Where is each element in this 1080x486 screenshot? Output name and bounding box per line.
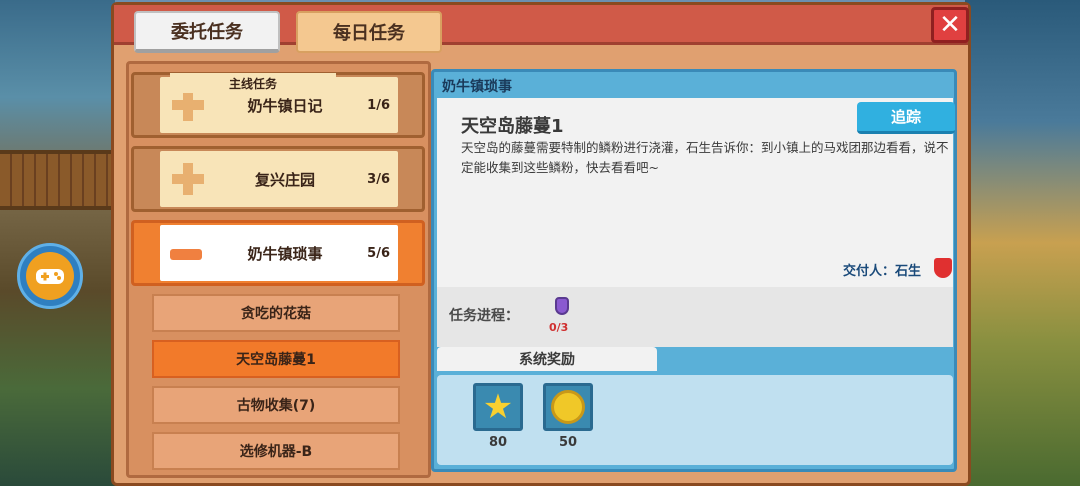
quest-card-inner: 复兴庄园 3/6 (160, 151, 398, 207)
progress-count: 0/3 (549, 321, 569, 334)
coin-icon (551, 390, 585, 424)
expand-plus-icon (172, 89, 204, 121)
sub-quest-item[interactable]: 天空岛藤蔓1 (152, 340, 400, 378)
gamepad-icon (26, 252, 74, 300)
quest-list: 奶牛镇日记 1/6 主线任务 复兴庄园 3/6 奶牛镇琐事 5/6 贪吃的花菇 … (126, 61, 431, 478)
quest-group-progress: 1/6 (367, 97, 390, 113)
detail-body: 天空岛藤蔓1 追踪 天空岛的藤蔓需要特制的鳞粉进行浇灌，石生告诉你：到小镇上的马… (437, 98, 955, 287)
tab-commission[interactable]: 委托任务 (134, 11, 280, 53)
reward-slot-coin[interactable] (543, 383, 593, 431)
tab-system-reward[interactable]: 系统奖励 (437, 347, 657, 371)
quest-group-diary[interactable]: 奶牛镇日记 1/6 主线任务 (131, 72, 425, 138)
quest-description: 天空岛的藤蔓需要特制的鳞粉进行浇灌，石生告诉你：到小镇上的马戏团那边看看，说不定… (461, 140, 949, 175)
main-quest-tag: 主线任务 (170, 73, 336, 93)
gamepad-button[interactable] (17, 243, 83, 309)
quest-group-name: 奶牛镇琐事 (247, 244, 323, 263)
quest-group-progress: 3/6 (367, 171, 390, 187)
quest-group-chores[interactable]: 奶牛镇琐事 5/6 (131, 220, 425, 286)
background-right (965, 0, 1080, 486)
quest-group-name: 复兴庄园 (254, 170, 315, 189)
expand-plus-icon (172, 163, 204, 195)
quest-title: 天空岛藤蔓1 (461, 116, 564, 137)
quest-group-progress: 5/6 (367, 245, 390, 261)
star-icon: ★ (482, 387, 514, 427)
collapse-minus-icon (170, 249, 202, 260)
sub-quest-item[interactable]: 选修机器-B (152, 432, 400, 470)
reward-amount: 50 (558, 435, 578, 450)
track-button[interactable]: 追踪 (857, 102, 955, 134)
detail-header: 奶牛镇琐事 (442, 79, 512, 95)
close-icon: ✕ (939, 10, 961, 40)
reward-area: ★ 80 50 (437, 375, 953, 465)
progress-label: 任务进程： (449, 308, 519, 324)
quest-detail: 奶牛镇琐事 天空岛藤蔓1 追踪 天空岛的藤蔓需要特制的鳞粉进行浇灌，石生告诉你：… (431, 69, 957, 472)
reward-amount: 80 (488, 435, 508, 450)
quest-group-revive[interactable]: 复兴庄园 3/6 (131, 146, 425, 212)
shield-icon (934, 258, 952, 278)
tab-daily[interactable]: 每日任务 (296, 11, 442, 53)
progress-area: 任务进程： 0/3 (437, 287, 953, 347)
quest-card-inner: 奶牛镇琐事 5/6 (160, 225, 398, 281)
reward-slot-star[interactable]: ★ (473, 383, 523, 431)
sub-quest-item[interactable]: 古物收集(7) (152, 386, 400, 424)
potion-icon (555, 297, 569, 315)
quest-panel: 委托任务 每日任务 ✕ 奶牛镇日记 1/6 主线任务 复兴庄园 3/6 奶牛镇琐… (111, 2, 971, 486)
sub-quest-item[interactable]: 贪吃的花菇 (152, 294, 400, 332)
quest-giver: 交付人：石生 (843, 264, 922, 279)
close-button[interactable]: ✕ (931, 7, 969, 43)
background-bridge (0, 150, 115, 210)
